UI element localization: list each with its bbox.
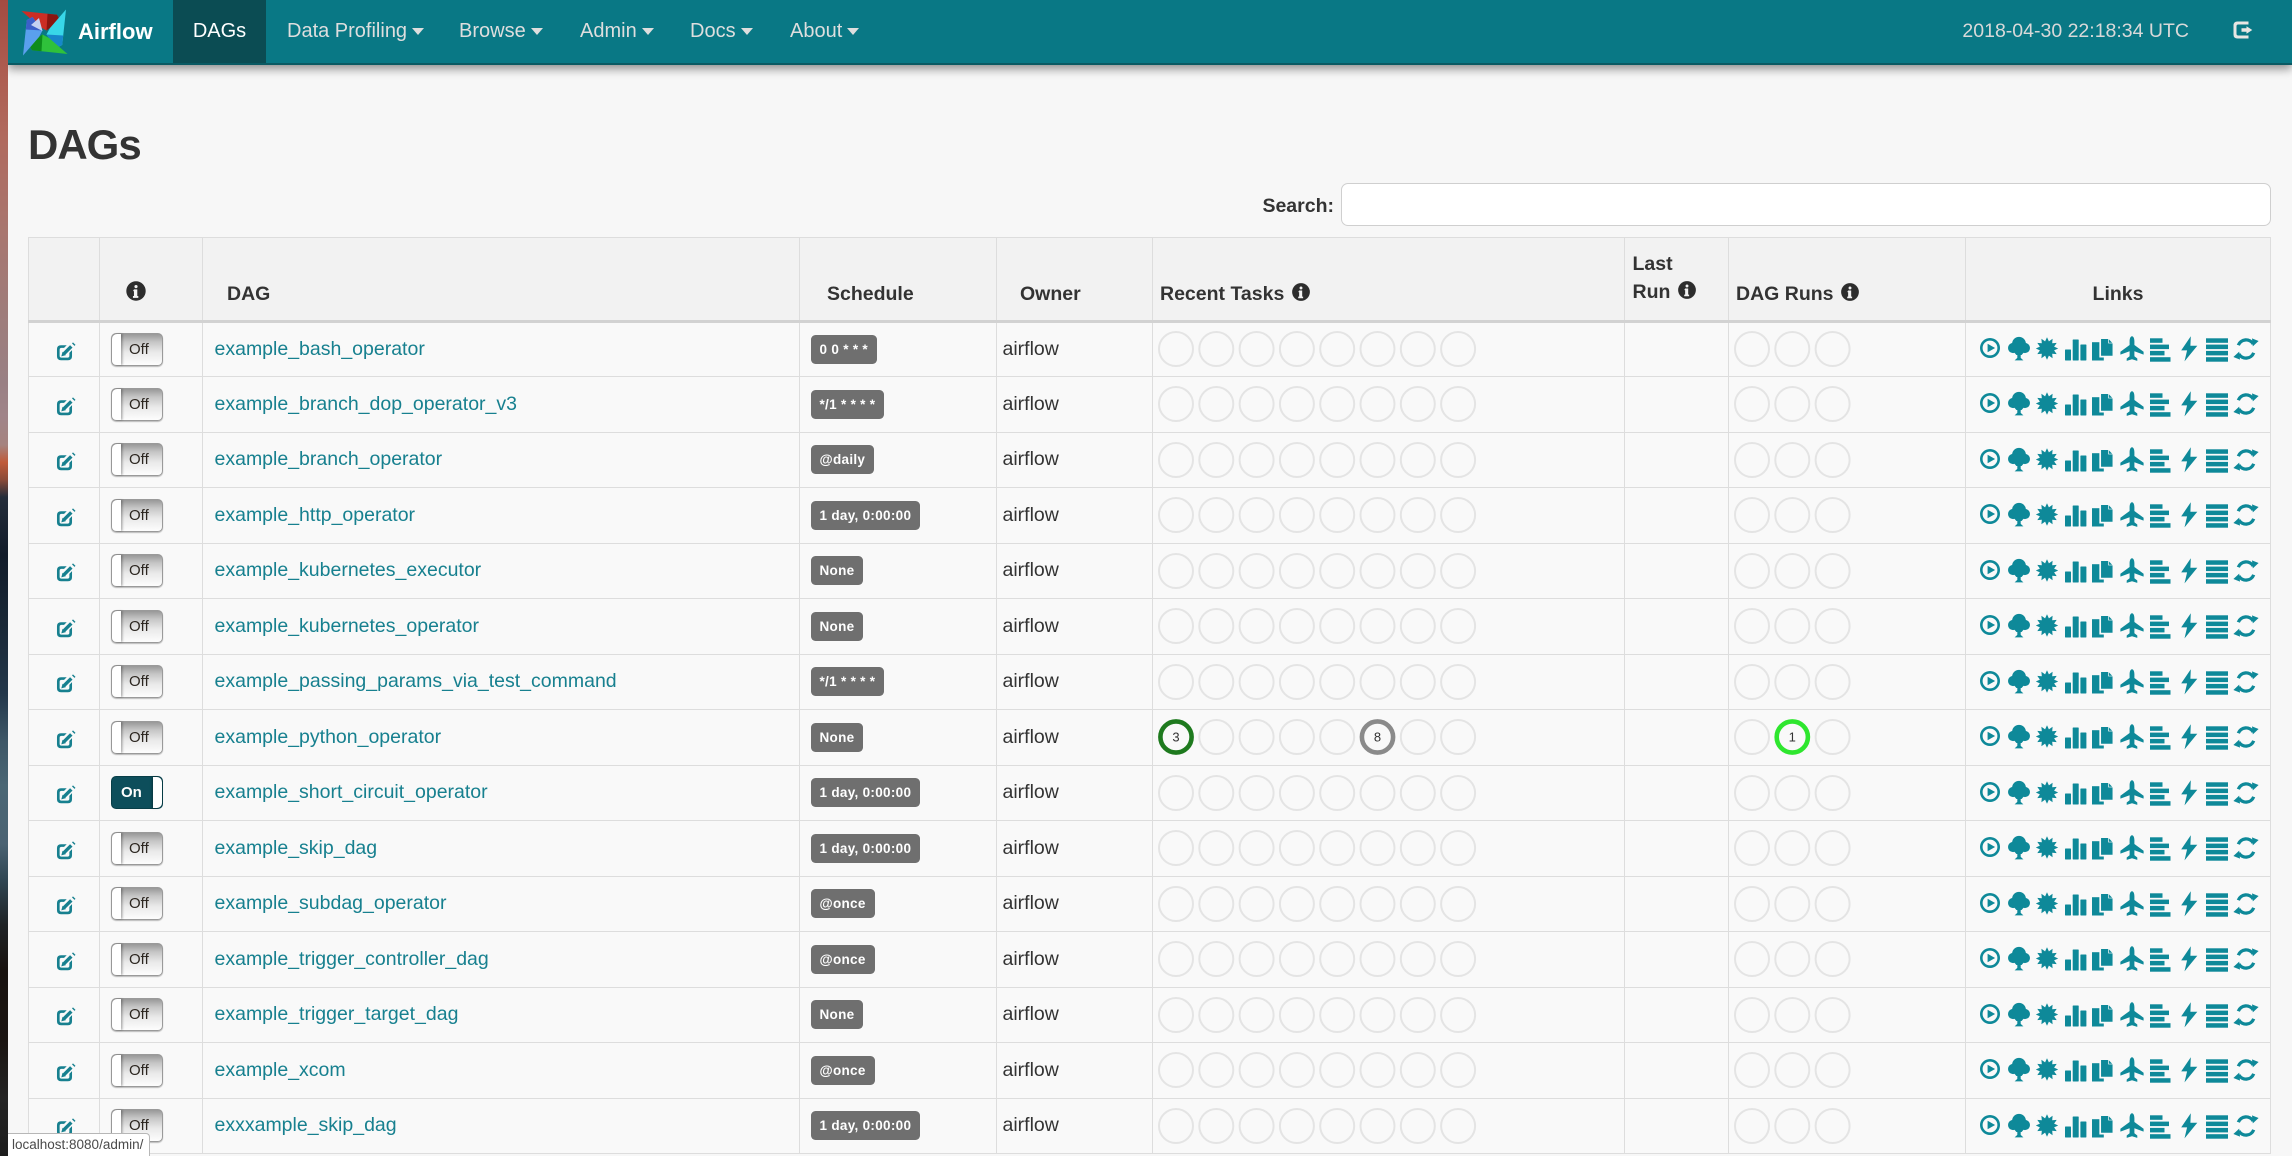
svg-text:8: 8: [1374, 730, 1381, 745]
svg-text:3: 3: [1172, 730, 1179, 745]
svg-text:1: 1: [1789, 730, 1796, 745]
